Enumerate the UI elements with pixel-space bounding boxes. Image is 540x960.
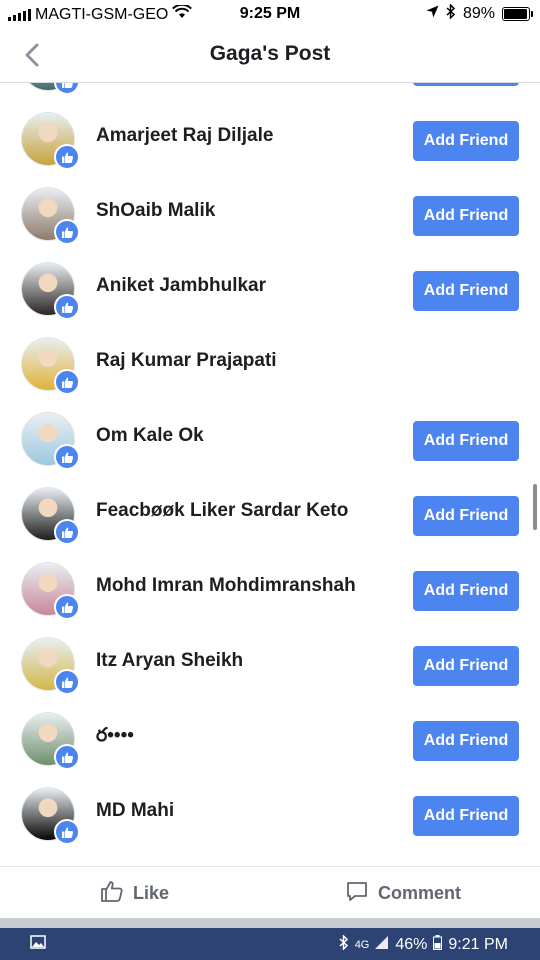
battery-percent: 89% xyxy=(462,5,495,22)
person-name[interactable]: ShOaib Malik xyxy=(96,200,215,222)
avatar-wrapper[interactable] xyxy=(21,787,80,845)
list-item[interactable]: Aniket Jambhulkar Add Friend xyxy=(0,245,540,320)
avatar-wrapper[interactable] xyxy=(21,562,80,620)
location-arrow-icon xyxy=(426,5,439,23)
android-clock: 9:21 PM xyxy=(448,936,508,953)
add-friend-button[interactable]: Add Friend xyxy=(413,196,519,236)
person-name[interactable]: Feacbøøk Liker Sardar Keto xyxy=(96,500,348,522)
person-name[interactable]: ర•••• xyxy=(96,725,134,751)
android-battery-percent: 46% xyxy=(395,936,428,953)
person-name[interactable]: Raj Kumar Prajapati xyxy=(96,350,277,372)
like-reaction-icon xyxy=(54,444,80,470)
avatar-wrapper[interactable] xyxy=(21,487,80,545)
like-reaction-icon xyxy=(54,669,80,695)
page-title: Gaga's Post xyxy=(209,42,331,65)
add-friend-button[interactable]: Add Friend xyxy=(413,721,519,761)
person-name[interactable]: Itz Aryan Sheikh xyxy=(96,650,243,672)
bluetooth-icon xyxy=(339,934,349,955)
battery-icon xyxy=(433,935,443,955)
like-reaction-icon xyxy=(54,144,80,170)
avatar-wrapper[interactable] xyxy=(21,83,80,95)
person-name[interactable]: Amarjeet Raj Diljale xyxy=(96,125,273,147)
list-item[interactable]: Om Kale Ok Add Friend xyxy=(0,395,540,470)
list-item[interactable]: Itz Aryan Sheikh Add Friend xyxy=(0,620,540,695)
battery-icon xyxy=(502,7,533,21)
like-reaction-icon xyxy=(54,83,80,95)
add-friend-button[interactable]: Add Friend xyxy=(413,271,519,311)
list-item[interactable]: ర•••• Add Friend xyxy=(0,695,540,770)
list-item[interactable]: Mohd Imran Mohdimranshah Add Friend xyxy=(0,545,540,620)
like-reaction-icon xyxy=(54,369,80,395)
add-friend-button[interactable]: Add Friend xyxy=(413,421,519,461)
like-label: Like xyxy=(133,883,170,903)
avatar-wrapper[interactable] xyxy=(21,712,80,770)
avatar-wrapper[interactable] xyxy=(21,412,80,470)
list-item[interactable]: Amarjeet Raj Diljale Add Friend xyxy=(0,95,540,170)
list-item[interactable]: Raj Kumar Prajapati xyxy=(0,320,540,395)
like-reaction-icon xyxy=(54,594,80,620)
comment-bubble-icon xyxy=(345,879,369,908)
status-icons: 89% xyxy=(426,3,533,24)
like-reaction-icon xyxy=(54,744,80,770)
like-reaction-icon xyxy=(54,294,80,320)
avatar-wrapper[interactable] xyxy=(21,262,80,320)
add-friend-button[interactable]: Add Friend xyxy=(413,796,519,836)
list-item[interactable]: ShOaib Malik Add Friend xyxy=(0,170,540,245)
android-status-bar: 4G 46% 9:21 PM xyxy=(0,928,540,960)
avatar-wrapper[interactable] xyxy=(21,187,80,245)
add-friend-button[interactable]: Add Friend xyxy=(413,646,519,686)
add-friend-button[interactable]: Add Friend xyxy=(413,121,519,161)
like-reaction-icon xyxy=(54,819,80,845)
list-item[interactable]: Feacbøøk Liker Sardar Keto Add Friend xyxy=(0,470,540,545)
like-reaction-icon xyxy=(54,519,80,545)
list-item[interactable]: Add Friend xyxy=(0,83,540,95)
add-friend-button[interactable]: Add Friend xyxy=(413,496,519,536)
android-status-icons: 4G 46% 9:21 PM xyxy=(339,934,508,955)
avatar-wrapper[interactable] xyxy=(21,637,80,695)
reactions-list[interactable]: Add Friend Amarjeet Raj Diljale Add Friend… xyxy=(0,83,540,868)
thumbs-up-icon xyxy=(100,879,124,908)
nav-bar: Gaga's Post xyxy=(0,28,540,83)
person-name[interactable]: Om Kale Ok xyxy=(96,425,204,447)
person-name[interactable]: Aniket Jambhulkar xyxy=(96,275,266,297)
scrollbar-thumb[interactable] xyxy=(533,484,537,530)
person-name[interactable]: Mohd Imran Mohdimranshah xyxy=(96,575,356,597)
like-reaction-icon xyxy=(54,219,80,245)
avatar-wrapper[interactable] xyxy=(21,112,80,170)
network-type: 4G xyxy=(354,939,370,951)
status-bar: MAGTI-GSM-GEO 9:25 PM 89% xyxy=(0,0,540,28)
bluetooth-icon xyxy=(446,3,456,24)
gallery-icon xyxy=(30,935,46,954)
person-name[interactable]: MD Mahi xyxy=(96,800,174,822)
add-friend-button[interactable]: Add Friend xyxy=(413,83,519,86)
divider-strip xyxy=(0,918,540,928)
like-button[interactable]: Like xyxy=(100,879,169,908)
comment-button[interactable]: Comment xyxy=(345,879,461,908)
list-item[interactable]: MD Mahi Add Friend xyxy=(0,770,540,845)
avatar-wrapper[interactable] xyxy=(21,337,80,395)
signal-icon xyxy=(375,936,389,954)
add-friend-button[interactable]: Add Friend xyxy=(413,571,519,611)
action-bar: Like Comment xyxy=(0,866,540,919)
comment-label: Comment xyxy=(378,883,462,903)
